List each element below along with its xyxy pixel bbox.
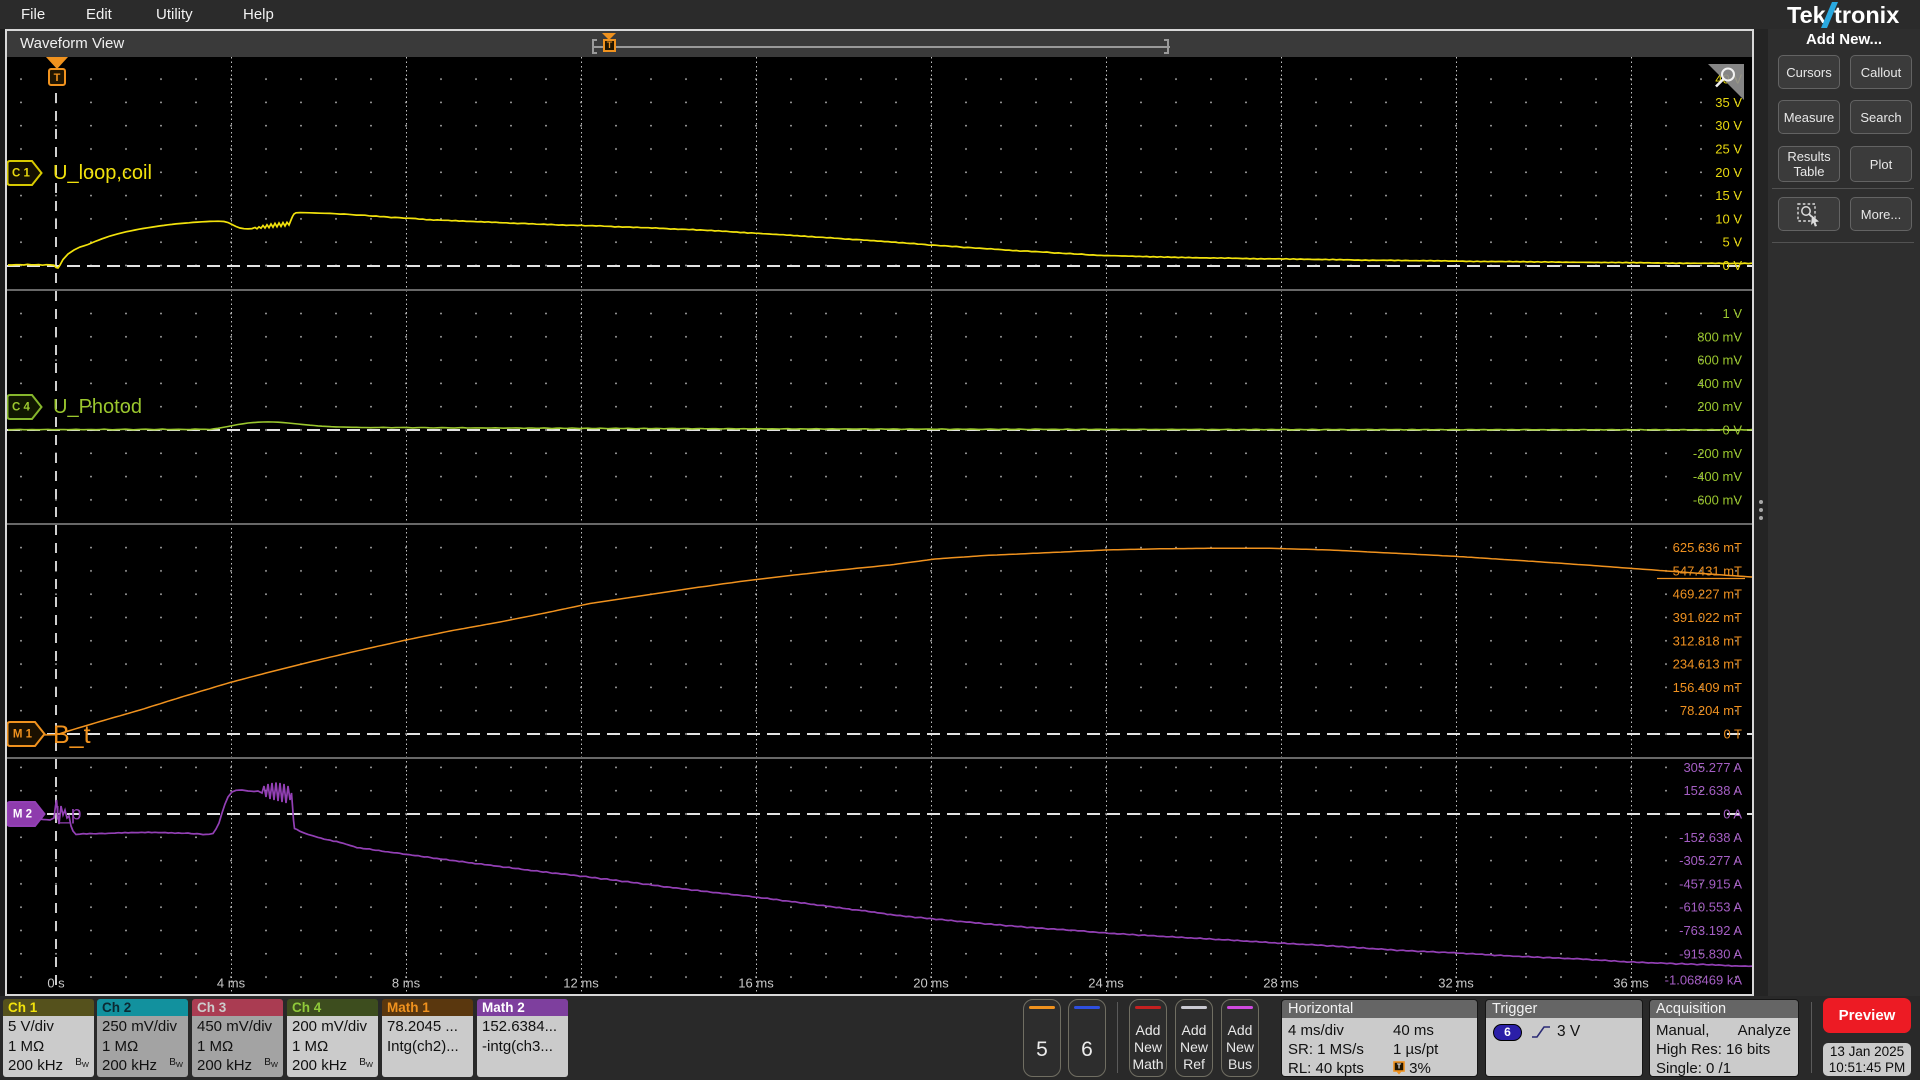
- svg-text:8 ms: 8 ms: [392, 976, 421, 991]
- svg-text:15 V: 15 V: [1715, 188, 1742, 203]
- svg-text:12 ms: 12 ms: [563, 976, 599, 991]
- svg-text:0 A: 0 A: [1723, 807, 1742, 822]
- svg-text:M 1: M 1: [13, 729, 33, 741]
- svg-text:625.636 mT: 625.636 mT: [1673, 540, 1742, 555]
- svg-text:I_p: I_p: [55, 804, 81, 825]
- svg-text:-152.638 A: -152.638 A: [1679, 830, 1742, 845]
- svg-text:36 ms: 36 ms: [1613, 976, 1649, 991]
- svg-text:234.613 mT: 234.613 mT: [1673, 657, 1742, 672]
- svg-text:B_t: B_t: [53, 721, 91, 749]
- svg-text:312.818 mT: 312.818 mT: [1673, 633, 1742, 648]
- svg-text:24 ms: 24 ms: [1088, 976, 1124, 991]
- svg-text:tronix: tronix: [1834, 2, 1899, 28]
- svg-text:T: T: [1397, 1064, 1402, 1071]
- svg-text:10 V: 10 V: [1715, 211, 1742, 226]
- svg-text:-400 mV: -400 mV: [1693, 469, 1742, 484]
- svg-text:20 ms: 20 ms: [913, 976, 949, 991]
- svg-text:0 V: 0 V: [1722, 258, 1742, 273]
- svg-text:25 V: 25 V: [1715, 142, 1742, 157]
- svg-text:U_loop,coil: U_loop,coil: [53, 162, 152, 184]
- svg-text:469.227 mT: 469.227 mT: [1673, 587, 1742, 602]
- svg-text:547.431 mT: 547.431 mT: [1673, 563, 1742, 578]
- svg-text:U_Photod: U_Photod: [53, 396, 142, 418]
- svg-text:35 V: 35 V: [1715, 95, 1742, 110]
- svg-text:-200 mV: -200 mV: [1693, 446, 1742, 461]
- svg-text:600 mV: 600 mV: [1697, 353, 1742, 368]
- svg-text:C 1: C 1: [12, 168, 31, 180]
- svg-text:78.204 mT: 78.204 mT: [1680, 703, 1742, 718]
- svg-text:0 V: 0 V: [1722, 423, 1742, 438]
- svg-text:-763.192 A: -763.192 A: [1679, 923, 1742, 938]
- svg-text:0 s: 0 s: [47, 976, 65, 991]
- svg-text:200 mV: 200 mV: [1697, 399, 1742, 414]
- svg-text:16 ms: 16 ms: [738, 976, 774, 991]
- svg-text:800 mV: 800 mV: [1697, 329, 1742, 344]
- svg-text:391.022 mT: 391.022 mT: [1673, 610, 1742, 625]
- svg-text:156.409 mT: 156.409 mT: [1673, 680, 1742, 695]
- svg-text:305.277 A: 305.277 A: [1683, 760, 1742, 775]
- svg-text:4 ms: 4 ms: [217, 976, 246, 991]
- svg-text:5 V: 5 V: [1722, 235, 1742, 250]
- svg-text:0 T: 0 T: [1723, 727, 1742, 742]
- svg-text:1 V: 1 V: [1722, 306, 1742, 321]
- svg-text:-915.830 A: -915.830 A: [1679, 946, 1742, 961]
- svg-text:-610.553 A: -610.553 A: [1679, 900, 1742, 915]
- svg-text:30 V: 30 V: [1715, 118, 1742, 133]
- svg-text:20 V: 20 V: [1715, 165, 1742, 180]
- svg-text:M 2: M 2: [13, 809, 32, 821]
- svg-text:32 ms: 32 ms: [1438, 976, 1474, 991]
- svg-text:-1.068469 kA: -1.068469 kA: [1665, 973, 1743, 988]
- svg-text:-305.277 A: -305.277 A: [1679, 853, 1742, 868]
- svg-text:-600 mV: -600 mV: [1693, 492, 1742, 507]
- svg-text:T: T: [54, 72, 61, 84]
- svg-text:Tek: Tek: [1787, 2, 1827, 28]
- svg-text:28 ms: 28 ms: [1263, 976, 1299, 991]
- svg-text:C 4: C 4: [12, 402, 31, 414]
- svg-text:152.638 A: 152.638 A: [1683, 783, 1742, 798]
- svg-text:400 mV: 400 mV: [1697, 376, 1742, 391]
- svg-text:-457.915 A: -457.915 A: [1679, 876, 1742, 891]
